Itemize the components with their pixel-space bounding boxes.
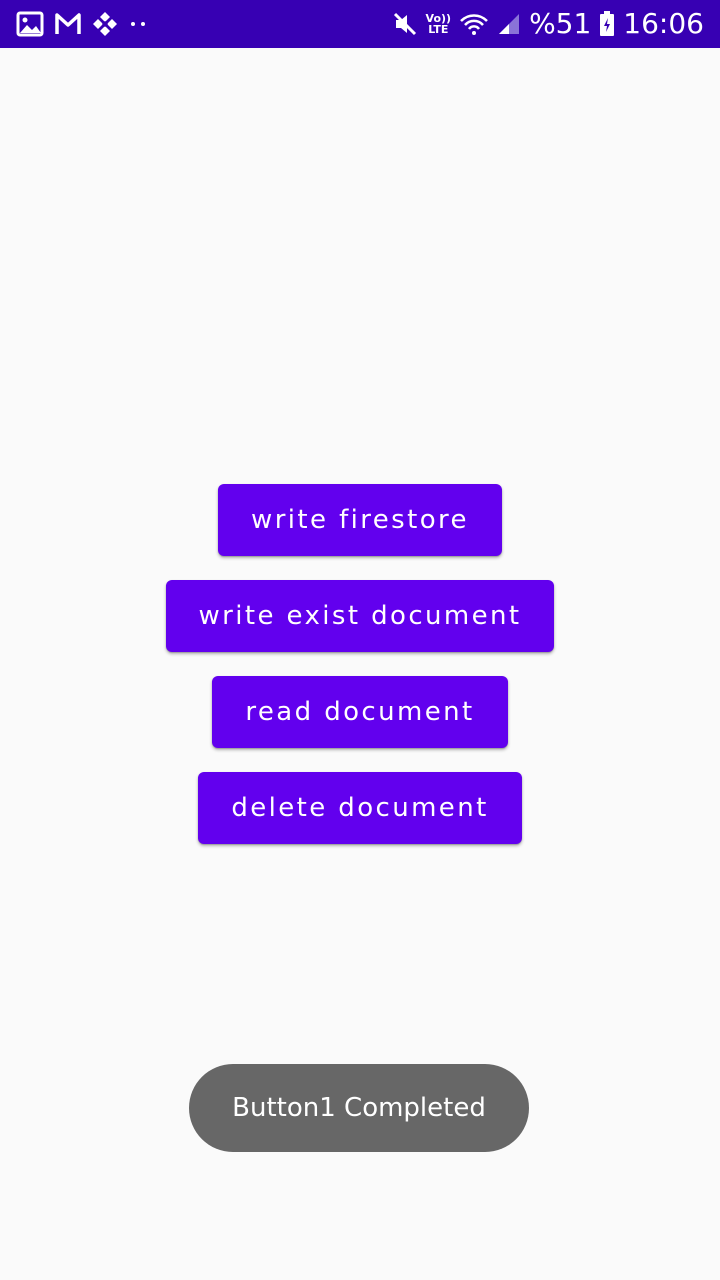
delete-document-button[interactable]: delete document [198, 772, 522, 844]
wifi-icon [459, 12, 489, 36]
clock: 16:06 [623, 7, 704, 40]
gallery-icon [16, 11, 44, 37]
gmail-icon [54, 12, 82, 36]
volte-icon: Vo)) LTE [426, 13, 452, 35]
notification-icons [16, 8, 150, 40]
write-firestore-button[interactable]: write firestore [218, 484, 502, 556]
binance-icon [92, 11, 118, 37]
read-document-button[interactable]: read document [212, 676, 508, 748]
toast-message: Button1 Completed [189, 1064, 529, 1152]
system-icons: Vo)) LTE %51 16:06 [392, 8, 704, 40]
battery-percent: %51 [529, 7, 592, 40]
battery-icon [599, 11, 615, 37]
more-notifications-icon [128, 19, 150, 29]
write-exist-document-button[interactable]: write exist document [165, 580, 555, 652]
status-bar: Vo)) LTE %51 16:06 [0, 0, 720, 48]
lte-label: LTE [428, 23, 449, 36]
mute-icon [392, 11, 418, 37]
button-column: write firestore write exist document rea… [0, 484, 720, 844]
signal-icon [497, 12, 521, 36]
